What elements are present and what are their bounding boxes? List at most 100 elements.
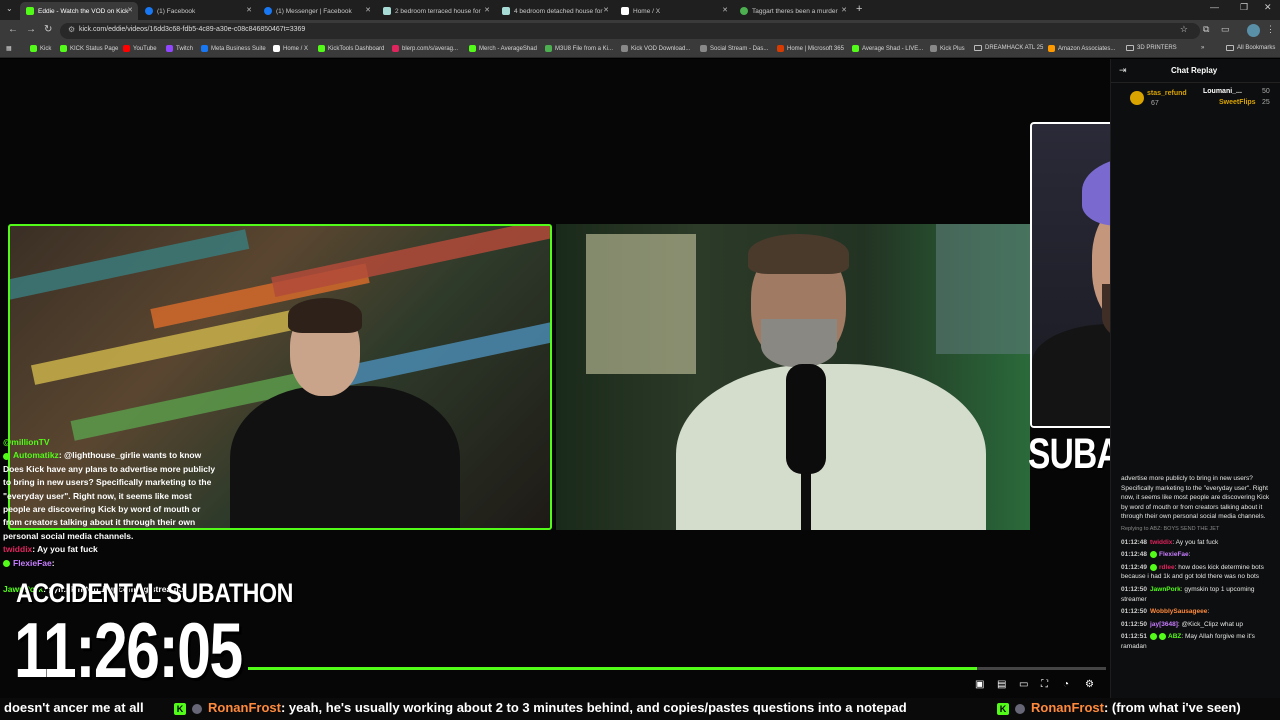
chat-message: 01:12:50 jay[3648]: @Kick_Clipz what up	[1121, 620, 1243, 628]
bookmark-star-icon[interactable]: ☆	[1180, 24, 1188, 35]
bookmarks-bar: ▦ Kick KICK Status Page YouTube Twitch M…	[0, 42, 1280, 58]
url-text: kick.com/eddie/videos/16dd3c68-fdb5-4c89…	[79, 26, 306, 33]
tab-search-icon[interactable]: ⌄	[6, 4, 13, 13]
bookmarks-overflow-icon[interactable]: »	[1201, 45, 1204, 51]
tab-detached-house[interactable]: 4 bedroom detached house for ✕	[496, 2, 614, 20]
crown-icon	[1130, 91, 1144, 105]
profile-avatar[interactable]	[1247, 24, 1260, 37]
gifter-count: 25	[1262, 99, 1270, 106]
tab-label: 4 bedroom detached house for	[514, 7, 603, 15]
bookmark-meta[interactable]: Meta Business Suite	[201, 45, 266, 52]
kick-badge-icon: K	[997, 702, 1009, 715]
bookmark-microsoft365[interactable]: Home | Microsoft 365	[777, 45, 844, 52]
chat-message: 01:12:48 FlexieFae:	[1121, 550, 1191, 559]
kick-favicon-icon	[26, 7, 34, 15]
chat-replay-panel: ⇥ Chat Replay stas_refund 67 Loumani_...…	[1110, 59, 1280, 700]
new-tab-icon[interactable]: +	[856, 3, 862, 15]
minimize-icon[interactable]: —	[1210, 2, 1219, 12]
bookmark-kick-status[interactable]: KICK Status Page	[60, 45, 118, 52]
subathon-label: ACCIDENTAL SUBATHON	[16, 578, 293, 608]
bookmark-home-x[interactable]: Home / X	[273, 45, 308, 52]
forward-icon[interactable]: →	[26, 24, 36, 35]
close-tab-icon[interactable]: ✕	[365, 6, 371, 14]
all-bookmarks[interactable]: All Bookmarks	[1226, 45, 1275, 51]
reload-icon[interactable]: ↻	[44, 24, 52, 35]
close-tab-icon[interactable]: ✕	[127, 6, 133, 14]
stream-overlay-chat: @millionTV Automatikz: @lighthouse_girli…	[3, 436, 218, 596]
chat-message: advertise more publicly to bring in new …	[1121, 475, 1270, 521]
progress-fill	[248, 667, 978, 670]
close-tab-icon[interactable]: ✕	[841, 6, 847, 14]
bookmark-kick[interactable]: Kick	[30, 45, 51, 52]
tab-facebook[interactable]: (1) Facebook ✕	[139, 2, 257, 20]
chat-ticker: doesn't ancer me at all K RonanFrost: yea…	[0, 698, 1280, 720]
bookmark-youtube[interactable]: YouTube	[123, 45, 157, 52]
bookmark-m3u8[interactable]: M3U8 File from a Ki...	[545, 45, 613, 52]
maximize-icon[interactable]: ❐	[1240, 2, 1248, 13]
tab-terraced-house[interactable]: 2 bedroom terraced house for ✕	[377, 2, 495, 20]
tab-messenger[interactable]: (1) Messenger | Facebook ✕	[258, 2, 376, 20]
ticker-message: K RonanFrost: yeah, he's usually working …	[174, 700, 907, 715]
gifter-name[interactable]: SweetFlips	[1219, 99, 1256, 106]
gifter-name[interactable]: Loumani_...	[1203, 88, 1242, 95]
bookmark-folder-dreamhack[interactable]: DREAMHACK ATL 25	[974, 45, 1043, 51]
chat-reply-context: Replying to ABZ: BOYS SEND THE JET	[1121, 525, 1220, 532]
bookmark-twitch[interactable]: Twitch	[166, 45, 193, 52]
tab-label: (1) Facebook	[157, 7, 196, 15]
bookmark-amazon[interactable]: Amazon Associates...	[1048, 45, 1115, 52]
back-icon[interactable]: ←	[8, 24, 18, 35]
more-menu-icon[interactable]: ⋮	[1266, 24, 1275, 35]
address-bar-row: ← → ↻ ⚙ kick.com/eddie/videos/16dd3c68-f…	[0, 20, 1280, 42]
screen: ⌄ Eddie - Watch the VOD on Kick ✕ (1) Fa…	[0, 0, 1280, 720]
tab-taggart[interactable]: Taggart theres been a murder ✕	[734, 2, 852, 20]
sidebar-icon[interactable]: ▭	[1221, 24, 1230, 35]
gifter-count: 50	[1262, 88, 1270, 95]
subathon-timer: 11:26:05	[14, 606, 243, 694]
theater-mode-icon[interactable]: ▭	[1019, 679, 1028, 690]
gifter-name[interactable]: stas_refund	[1147, 90, 1187, 97]
extensions-icon[interactable]: ⧉	[1203, 24, 1209, 35]
chat-message: 01:12:51 ABZ: May Allah forgive me it's r…	[1121, 633, 1255, 650]
tab-kick-vod[interactable]: Eddie - Watch the VOD on Kick ✕	[20, 2, 138, 20]
chat-message: 01:12:48 twiddix: Ay you fat fuck	[1121, 538, 1219, 546]
bookmark-folder-3d-printers[interactable]: 3D PRINTERS	[1126, 45, 1177, 51]
settings-gear-icon[interactable]: ⚙	[1085, 679, 1094, 690]
clip-icon[interactable]: ▤	[997, 679, 1006, 690]
url-input[interactable]: ⚙ kick.com/eddie/videos/16dd3c68-fdb5-4c…	[60, 23, 1200, 39]
apps-icon[interactable]: ▦	[6, 45, 12, 52]
close-tab-icon[interactable]: ✕	[246, 6, 252, 14]
google-favicon-icon	[740, 7, 748, 15]
chat-message: 01:12:50 JawnPork: gymskin top 1 upcoming…	[1121, 585, 1255, 603]
video-progress-bar[interactable]	[248, 667, 1106, 670]
chat-message: 01:12:49 rdlee: how does kick determine b…	[1121, 563, 1264, 581]
overlay-chat-message: twiddix: Ay you fat fuck	[3, 544, 98, 555]
fullscreen-icon[interactable]: ⛶	[1041, 679, 1048, 690]
close-tab-icon[interactable]: ✕	[603, 6, 609, 14]
close-tab-icon[interactable]: ✕	[484, 6, 490, 14]
overlay-chat-message: FlexieFae:	[3, 557, 218, 570]
pip-icon[interactable]: ▣	[975, 679, 984, 690]
close-tab-icon[interactable]: ✕	[722, 6, 728, 14]
bookmark-merch[interactable]: Merch - AverageShad	[469, 45, 537, 52]
bookmark-kick-vod[interactable]: Kick VOD Download...	[621, 45, 690, 52]
bookmark-blerp[interactable]: blerp.com/s/averag...	[392, 45, 458, 52]
tab-home-x[interactable]: Home / X ✕	[615, 2, 733, 20]
chat-title: Chat Replay	[1171, 66, 1218, 75]
bookmark-kick-plus[interactable]: Kick Plus	[930, 45, 965, 52]
chat-message: 01:12:50 WobblySausageee:	[1121, 608, 1210, 616]
microphone	[786, 364, 826, 474]
site-info-icon[interactable]: ⚙	[68, 25, 75, 34]
close-window-icon[interactable]: ✕	[1264, 2, 1272, 13]
collapse-chat-icon[interactable]: ⇥	[1119, 65, 1127, 76]
top-gifters: stas_refund 67 Loumani_... 50 SweetFlips…	[1111, 85, 1280, 121]
bookmark-social-stream[interactable]: Social Stream - Das...	[700, 45, 768, 52]
overlay-chat-message: @millionTV	[3, 437, 50, 447]
facebook-favicon-icon	[264, 7, 272, 15]
host-camera-feed	[556, 224, 1030, 530]
property-favicon-icon	[383, 7, 391, 15]
tab-label: (1) Messenger | Facebook	[276, 7, 352, 15]
bookmark-average-shad[interactable]: Average Shad - LIVE...	[852, 45, 923, 52]
bookmark-kicktools[interactable]: KickTools Dashboard	[318, 45, 384, 52]
globe-badge-icon	[192, 703, 202, 714]
speed-icon[interactable]: ◔	[1063, 679, 1069, 690]
